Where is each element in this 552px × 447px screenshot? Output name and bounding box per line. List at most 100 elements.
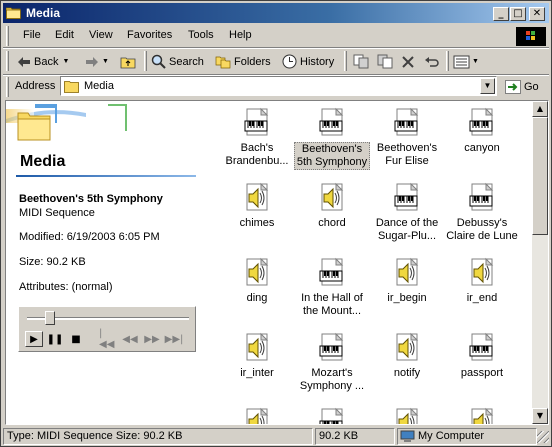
sound-file-icon	[219, 332, 295, 364]
file-item[interactable]: Beethoven's Fur Elise	[369, 107, 445, 168]
seek-slider-thumb[interactable]	[45, 311, 55, 325]
minimize-button[interactable]: _	[493, 7, 509, 21]
file-item[interactable]: chord	[294, 182, 370, 230]
file-label: notify	[393, 367, 421, 379]
views-button[interactable]: ▼	[453, 51, 479, 72]
folder-content: Media Beethoven's 5th Symphony MIDI Sequ…	[5, 100, 549, 425]
file-item[interactable]: ir_begin	[369, 257, 445, 305]
midi-file-icon	[294, 257, 370, 289]
toolbar-grip[interactable]	[6, 51, 9, 71]
file-item[interactable]	[369, 407, 445, 424]
pane-title: Media	[20, 153, 66, 170]
undo-button[interactable]	[424, 51, 440, 72]
next-track-button[interactable]: ▶▶|	[165, 331, 184, 347]
back-button[interactable]: Back ▼	[17, 51, 69, 72]
menu-tools[interactable]: Tools	[188, 29, 214, 41]
file-label: Debussy's Claire de Lune	[446, 217, 518, 242]
folder-icon	[64, 81, 79, 93]
file-item[interactable]: ir_end	[444, 257, 520, 305]
history-label: History	[300, 55, 335, 68]
status-description: Type: MIDI Sequence Size: 90.2 KB	[3, 428, 313, 445]
copy-to-button[interactable]	[377, 51, 393, 72]
search-icon	[151, 54, 166, 69]
back-dropdown-icon[interactable]: ▼	[62, 58, 69, 65]
play-button[interactable]: ▶	[25, 331, 43, 347]
file-icon-view: Bach's Brandenbu... Beethoven's 5th Symph…	[206, 101, 532, 424]
status-zone: My Computer	[397, 428, 537, 445]
file-item[interactable]: Beethoven's 5th Symphony	[294, 107, 370, 170]
views-dropdown-icon[interactable]: ▼	[472, 58, 479, 65]
folder-banner-icon	[6, 104, 127, 141]
standard-toolbar: Back ▼ ▼ Search Folders History ▼	[3, 48, 549, 74]
file-item[interactable]: ding	[219, 257, 295, 305]
window-title: Media	[26, 6, 61, 20]
scroll-down-icon[interactable]: ▼	[532, 408, 548, 424]
fast-forward-button[interactable]: ▶▶	[143, 331, 161, 347]
file-item[interactable]	[294, 407, 370, 424]
midi-file-icon	[369, 182, 445, 214]
close-button[interactable]: ✕	[529, 7, 545, 21]
sound-file-icon	[444, 257, 520, 289]
selected-file-size: Size: 90.2 KB	[19, 256, 86, 268]
previous-track-button[interactable]: |◀◀	[99, 328, 117, 350]
forward-button[interactable]: ▼	[85, 51, 109, 72]
maximize-button[interactable]: □	[510, 7, 526, 21]
file-item[interactable]: In the Hall of the Mount...	[294, 257, 370, 318]
file-item[interactable]: chimes	[219, 182, 295, 230]
address-bar: Address Media ▼ Go	[3, 75, 549, 99]
file-item[interactable]: notify	[369, 332, 445, 380]
explorer-window: Media _ □ ✕ File Edit View Favorites Too…	[0, 0, 552, 447]
my-computer-icon	[400, 430, 415, 442]
address-input[interactable]: Media ▼	[60, 76, 497, 96]
stop-button[interactable]: ■	[67, 331, 85, 347]
scroll-up-icon[interactable]: ▲	[532, 101, 548, 117]
file-item[interactable]: passport	[444, 332, 520, 380]
menu-favorites[interactable]: Favorites	[127, 29, 172, 41]
file-item[interactable]: Mozart's Symphony ...	[294, 332, 370, 393]
menu-view[interactable]: View	[89, 29, 113, 41]
resize-grip[interactable]	[537, 431, 549, 443]
file-item[interactable]: Debussy's Claire de Lune	[444, 182, 520, 243]
move-to-icon	[353, 54, 369, 69]
file-item[interactable]: ir_inter	[219, 332, 295, 380]
back-label: Back	[34, 55, 59, 68]
up-folder-button[interactable]	[120, 51, 137, 72]
file-label: Bach's Brandenbu...	[225, 142, 289, 167]
pause-button[interactable]: ❚❚	[46, 331, 64, 347]
status-size: 90.2 KB	[315, 428, 395, 445]
rewind-button[interactable]: ◀◀	[121, 331, 139, 347]
delete-button[interactable]	[401, 51, 415, 72]
folders-button[interactable]: Folders	[215, 51, 271, 72]
history-icon	[282, 54, 297, 69]
sound-file-icon	[219, 407, 295, 424]
file-item[interactable]	[219, 407, 295, 424]
vertical-scrollbar[interactable]: ▲ ▼	[532, 101, 548, 424]
menu-edit[interactable]: Edit	[55, 29, 74, 41]
title-bar[interactable]: Media _ □ ✕	[3, 3, 549, 23]
forward-dropdown-icon[interactable]: ▼	[102, 58, 109, 65]
folders-label: Folders	[234, 55, 271, 68]
menu-file[interactable]: File	[23, 29, 41, 41]
move-to-button[interactable]	[353, 51, 369, 72]
file-label: ir_end	[466, 292, 498, 304]
scroll-thumb[interactable]	[532, 117, 548, 235]
windows-logo-icon	[516, 27, 546, 46]
go-label: Go	[524, 81, 539, 93]
search-button[interactable]: Search	[151, 51, 204, 72]
menu-grip[interactable]	[6, 26, 9, 46]
menu-bar: File Edit View Favorites Tools Help	[3, 25, 549, 47]
midi-file-icon	[294, 332, 370, 364]
file-item[interactable]	[444, 407, 520, 424]
history-button[interactable]: History	[282, 51, 334, 72]
file-item[interactable]: Bach's Brandenbu...	[219, 107, 295, 168]
address-grip[interactable]	[6, 77, 9, 97]
file-item[interactable]: canyon	[444, 107, 520, 155]
midi-file-icon	[444, 332, 520, 364]
file-item[interactable]: Dance of the Sugar-Plu...	[369, 182, 445, 243]
address-label: Address	[15, 80, 56, 92]
address-dropdown-icon[interactable]: ▼	[480, 78, 495, 94]
sound-file-icon	[294, 182, 370, 214]
menu-help[interactable]: Help	[229, 29, 252, 41]
up-folder-icon	[120, 57, 136, 68]
go-button[interactable]: Go	[505, 77, 539, 97]
